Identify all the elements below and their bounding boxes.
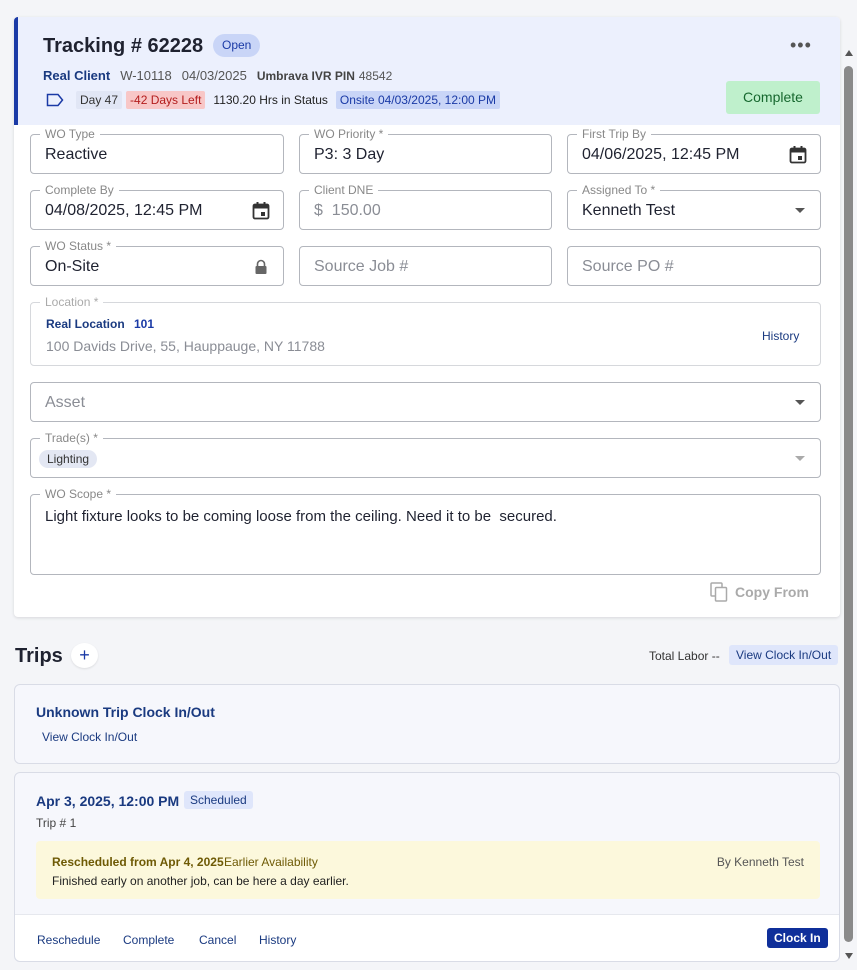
trip-number: Trip # 1 xyxy=(36,816,77,830)
location-history-link[interactable]: History xyxy=(762,329,799,343)
asset-select[interactable]: Asset xyxy=(30,382,821,422)
status-badge: Open xyxy=(213,34,261,57)
work-order-header: Tracking # 62228 Open ••• Real Client W-… xyxy=(14,17,840,125)
ivr-pin-value: 48542 xyxy=(358,69,393,83)
location-code: 101 xyxy=(134,317,155,331)
complete-button[interactable]: Complete xyxy=(726,81,820,114)
location-field: Location * Real Location 101 100 Davids … xyxy=(30,295,821,366)
unknown-trip-view-clock-link[interactable]: View Clock In/Out xyxy=(42,730,137,744)
trip-status-badge: Scheduled xyxy=(184,791,253,809)
view-clock-in-out-button[interactable]: View Clock In/Out xyxy=(729,645,839,665)
trip-history-button[interactable]: History xyxy=(259,933,296,947)
reschedule-text: Finished early on another job, can be he… xyxy=(52,874,349,888)
wo-number: W-10118 xyxy=(120,68,172,83)
client-info-row: Real Client W-10118 04/03/2025 Umbrava I… xyxy=(43,68,392,83)
trade-chip[interactable]: Lighting xyxy=(39,450,98,468)
days-left-chip: -42 Days Left xyxy=(126,91,206,109)
total-labor: Total Labor -- xyxy=(649,649,720,663)
scroll-thumb[interactable] xyxy=(844,66,853,942)
trades-label: Trade(s) * xyxy=(40,431,103,445)
trip-date: Apr 3, 2025, 12:00 PM xyxy=(36,793,180,809)
chevron-down-icon[interactable] xyxy=(795,400,805,405)
wo-priority-field[interactable]: WO Priority * P3: 3 Day xyxy=(299,127,552,174)
location-address: 100 Davids Drive, 55, Hauppauge, NY 1178… xyxy=(46,338,325,354)
wo-type-field[interactable]: WO Type Reactive xyxy=(30,127,284,174)
source-po-placeholder: Source PO # xyxy=(582,258,674,275)
status-chips-row: Day 47 -42 Days Left 1130.20 Hrs in Stat… xyxy=(46,91,501,109)
page-title: Tracking # 62228 xyxy=(43,35,204,57)
add-trip-button[interactable]: + xyxy=(71,643,98,668)
assigned-to-value: Kenneth Test xyxy=(582,202,676,219)
wo-status-value: On-Site xyxy=(45,258,100,275)
wo-priority-label: WO Priority * xyxy=(309,127,389,141)
copy-icon xyxy=(710,582,728,602)
wo-date: 04/03/2025 xyxy=(181,68,247,83)
source-po-input[interactable]: Source PO # xyxy=(567,246,821,286)
trips-heading: Trips xyxy=(15,645,63,667)
calendar-icon[interactable] xyxy=(788,145,808,165)
scroll-down-arrow-icon[interactable] xyxy=(845,953,853,959)
wo-type-label: WO Type xyxy=(40,127,100,141)
unknown-trip-title: Unknown Trip Clock In/Out xyxy=(36,704,215,720)
assigned-to-field[interactable]: Assigned To * Kenneth Test xyxy=(567,183,821,230)
first-trip-by-label: First Trip By xyxy=(577,127,652,141)
complete-by-label: Complete By xyxy=(40,183,119,197)
reschedule-from: Rescheduled from Apr 4, 2025 xyxy=(52,855,224,869)
client-name[interactable]: Real Client xyxy=(43,68,110,83)
location-label: Location * xyxy=(40,295,104,309)
client-dne-value: $ 150.00 xyxy=(314,202,381,219)
copy-from-label: Copy From xyxy=(735,584,809,600)
wo-scope-label: WO Scope * xyxy=(40,487,117,501)
unknown-trip-card: Unknown Trip Clock In/Out View Clock In/… xyxy=(14,684,840,764)
cancel-button[interactable]: Cancel xyxy=(199,933,236,947)
chevron-down-icon[interactable] xyxy=(795,208,805,213)
lock-icon xyxy=(255,259,267,274)
chevron-down-icon[interactable] xyxy=(795,456,805,461)
onsite-chip: Onsite 04/03/2025, 12:00 PM xyxy=(335,91,501,109)
asset-placeholder: Asset xyxy=(45,394,86,411)
reschedule-reason: Earlier Availability xyxy=(224,855,318,869)
first-trip-by-field[interactable]: First Trip By 04/06/2025, 12:45 PM xyxy=(567,127,821,174)
source-job-input[interactable]: Source Job # xyxy=(299,246,552,286)
more-options-icon[interactable]: ••• xyxy=(790,35,812,56)
wo-priority-value: P3: 3 Day xyxy=(314,146,385,163)
calendar-icon[interactable] xyxy=(251,201,271,221)
hrs-in-status-chip: 1130.20 Hrs in Status xyxy=(213,93,328,107)
reschedule-by: By Kenneth Test xyxy=(716,855,804,869)
copy-from-button[interactable]: Copy From xyxy=(710,582,809,602)
ivr-pin-label: Umbrava IVR PIN xyxy=(256,69,355,83)
wo-status-label: WO Status * xyxy=(40,239,117,253)
reschedule-button[interactable]: Reschedule xyxy=(37,933,100,947)
scroll-up-arrow-icon[interactable] xyxy=(845,50,853,56)
assigned-to-label: Assigned To * xyxy=(577,183,661,197)
first-trip-by-value: 04/06/2025, 12:45 PM xyxy=(582,146,740,163)
source-job-placeholder: Source Job # xyxy=(314,258,409,275)
complete-by-field[interactable]: Complete By 04/08/2025, 12:45 PM xyxy=(30,183,284,230)
scrollbar[interactable] xyxy=(841,0,857,970)
complete-by-value: 04/08/2025, 12:45 PM xyxy=(45,202,203,219)
client-dne-field[interactable]: Client DNE $ 150.00 xyxy=(299,183,552,230)
wo-scope-value: Light fixture looks to be coming loose f… xyxy=(45,508,557,525)
reschedule-note: Rescheduled from Apr 4, 2025 Earlier Ava… xyxy=(36,841,820,899)
trades-select[interactable]: Trade(s) * Lighting xyxy=(30,431,821,478)
wo-status-field[interactable]: WO Status * On-Site xyxy=(30,239,284,286)
day-count-chip: Day 47 xyxy=(76,91,123,109)
trip-actions-bar: Reschedule Complete Cancel History Clock… xyxy=(15,914,839,961)
trip-card: Apr 3, 2025, 12:00 PM Scheduled Trip # 1… xyxy=(14,772,840,962)
clock-in-button[interactable]: Clock In xyxy=(767,928,828,948)
trip-complete-button[interactable]: Complete xyxy=(123,933,174,947)
client-dne-label: Client DNE xyxy=(309,183,379,197)
wo-scope-textarea[interactable]: WO Scope * Light fixture looks to be com… xyxy=(30,487,821,575)
tag-icon xyxy=(46,93,64,107)
wo-type-value: Reactive xyxy=(45,146,108,163)
location-name[interactable]: Real Location xyxy=(46,317,125,331)
